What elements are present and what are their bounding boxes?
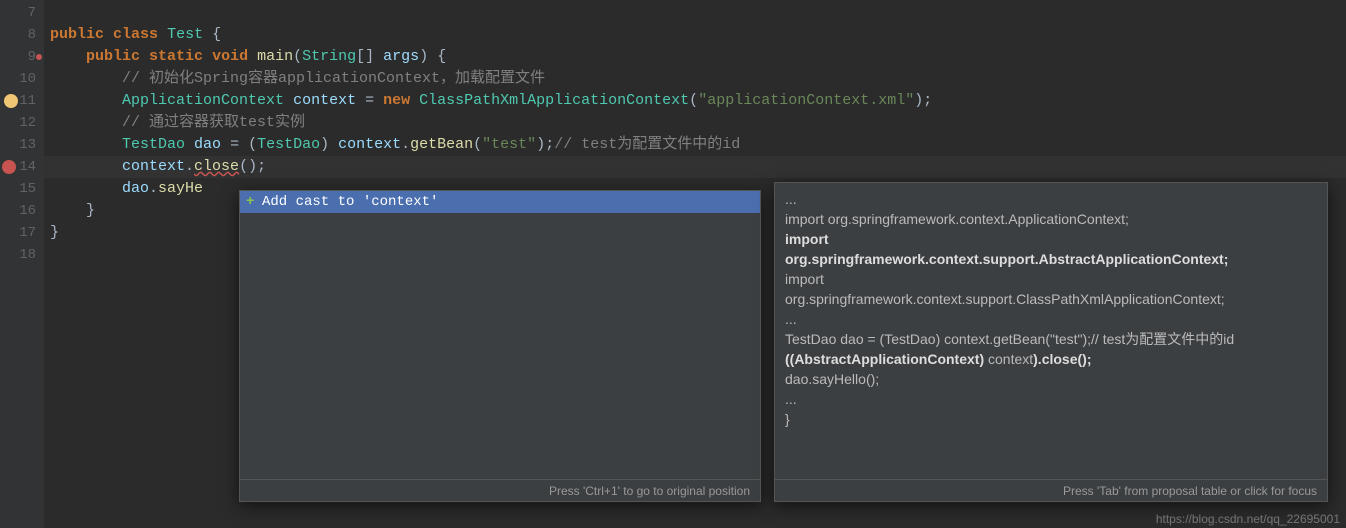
quickfix-footer: Press 'Ctrl+1' to go to original positio… [240, 479, 760, 501]
line-number: 11 [0, 90, 44, 112]
line-number: 9 [0, 46, 44, 68]
preview-panel[interactable]: ... import org.springframework.context.A… [774, 182, 1328, 502]
preview-line: TestDao dao = (TestDao) context.getBean(… [785, 329, 1317, 349]
line-number: 14 [0, 156, 44, 178]
preview-line: org.springframework.context.support.Clas… [785, 289, 1317, 309]
preview-line: ... [785, 189, 1317, 209]
preview-line: } [785, 409, 1317, 429]
code-line: public static void main(String[] args) { [44, 46, 1346, 68]
preview-line: org.springframework.context.support.Abst… [785, 249, 1317, 269]
code-line: public class Test { [44, 24, 1346, 46]
preview-line: import org.springframework.context.Appli… [785, 209, 1317, 229]
line-number: 12 [0, 112, 44, 134]
quickfix-item[interactable]: Add cast to 'context' [240, 191, 760, 213]
line-number: 8 [0, 24, 44, 46]
code-line [44, 2, 1346, 24]
line-number: 16 [0, 200, 44, 222]
line-number: 15 [0, 178, 44, 200]
line-gutter: 7 8 9 10 11 12 13 14 15 16 17 18 [0, 0, 44, 528]
code-line: TestDao dao = (TestDao) context.getBean(… [44, 134, 1346, 156]
preview-line: ... [785, 389, 1317, 409]
preview-footer: Press 'Tab' from proposal table or click… [775, 479, 1327, 501]
preview-line: dao.sayHello(); [785, 369, 1317, 389]
code-line: // 初始化Spring容器applicationContext，加载配置文件 [44, 68, 1346, 90]
preview-line: ((AbstractApplicationContext) context).c… [785, 349, 1317, 369]
line-number: 10 [0, 68, 44, 90]
line-number: 7 [0, 2, 44, 24]
line-number: 13 [0, 134, 44, 156]
watermark: https://blog.csdn.net/qq_22695001 [1156, 512, 1340, 526]
code-line: // 通过容器获取test实例 [44, 112, 1346, 134]
preview-line: import [785, 229, 1317, 249]
preview-line: ... [785, 309, 1317, 329]
line-number: 18 [0, 244, 44, 266]
code-line: ApplicationContext context = new ClassPa… [44, 90, 1346, 112]
quickfix-popup[interactable]: Add cast to 'context' Press 'Ctrl+1' to … [239, 190, 761, 502]
line-number: 17 [0, 222, 44, 244]
preview-line: import [785, 269, 1317, 289]
code-line: context.close(); [44, 156, 1346, 178]
